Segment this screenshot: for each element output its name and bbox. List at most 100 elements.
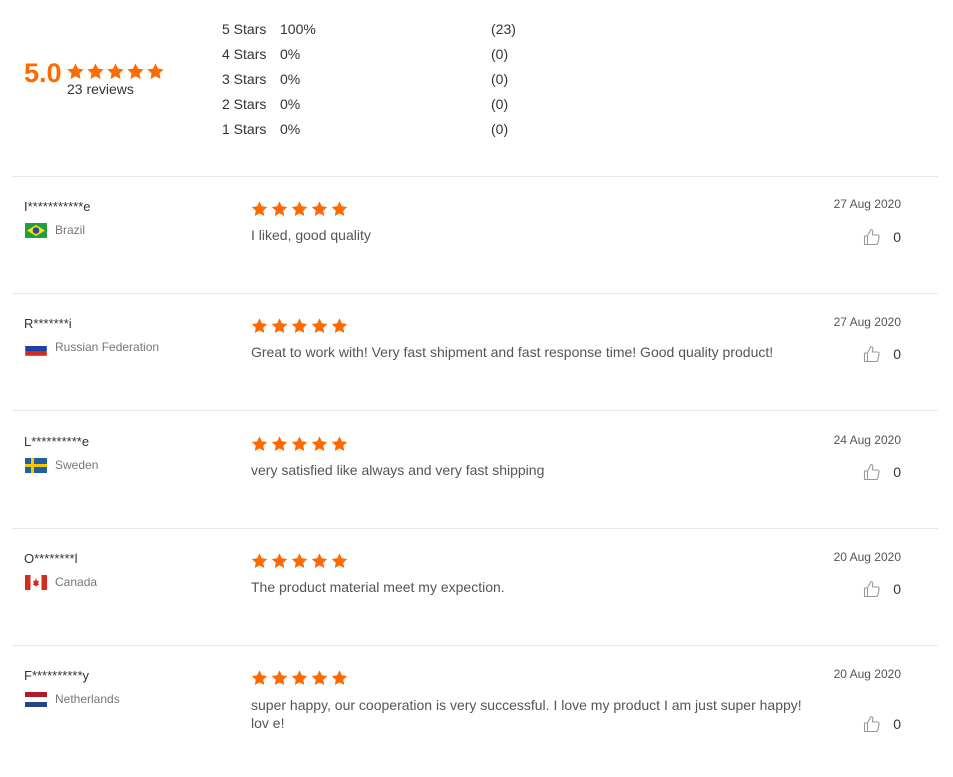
- star-icon: [330, 435, 349, 453]
- review-stars: [250, 669, 349, 687]
- star-icon: [270, 200, 289, 218]
- review-text: The product material meet my expection.: [251, 579, 505, 595]
- review-stars: [250, 552, 349, 570]
- star-icon: [330, 669, 349, 687]
- distribution-count: (0): [491, 46, 509, 62]
- distribution-row-3[interactable]: 3 Stars 0% (0): [222, 69, 542, 89]
- review-item: L**********e Sweden very satisfied like …: [12, 410, 938, 529]
- reviewer-name: F**********y: [24, 668, 90, 683]
- thumbs-up-icon: [863, 715, 881, 733]
- star-icon: [250, 200, 269, 218]
- star-icon: [330, 552, 349, 570]
- review-date: 20 Aug 2020: [833, 667, 901, 681]
- like-count: 0: [893, 464, 901, 480]
- star-icon: [310, 669, 329, 687]
- star-icon: [250, 435, 269, 453]
- distribution-count: (0): [491, 96, 509, 112]
- review-stars: [250, 317, 349, 335]
- distribution-label: 1 Stars: [222, 121, 267, 137]
- distribution-row-1[interactable]: 1 Stars 0% (0): [222, 119, 542, 139]
- review-text: very satisfied like always and very fast…: [251, 462, 545, 478]
- distribution-row-4[interactable]: 4 Stars 0% (0): [222, 44, 542, 64]
- review-count: 23 reviews: [67, 81, 134, 97]
- review-item: O********l Canada The product material m…: [12, 528, 938, 646]
- review-text: I liked, good quality: [251, 227, 371, 243]
- review-text: Great to work with! Very fast shipment a…: [251, 344, 774, 360]
- like-count: 0: [893, 346, 901, 362]
- like-button[interactable]: 0: [863, 345, 901, 363]
- like-button[interactable]: 0: [863, 463, 901, 481]
- star-icon: [310, 200, 329, 218]
- distribution-count: (0): [491, 71, 509, 87]
- thumbs-up-icon: [863, 580, 881, 598]
- review-text: super happy, our cooperation is very suc…: [251, 697, 802, 731]
- star-icon: [290, 552, 309, 570]
- reviewer-name: O********l: [24, 551, 78, 566]
- star-icon: [330, 200, 349, 218]
- review-date: 24 Aug 2020: [833, 433, 901, 447]
- review-date: 20 Aug 2020: [833, 550, 901, 564]
- reviewer-country: Canada: [55, 575, 98, 589]
- distribution-count: (23): [491, 21, 516, 37]
- average-score: 5.0: [24, 58, 62, 88]
- star-icon: [270, 317, 289, 335]
- reviewer-name: I***********e: [24, 199, 91, 214]
- star-icon: [290, 435, 309, 453]
- star-icon: [290, 317, 309, 335]
- distribution-row-2[interactable]: 2 Stars 0% (0): [222, 94, 542, 114]
- canada-flag-icon: [25, 575, 47, 590]
- distribution-percent: 0%: [280, 96, 301, 112]
- rating-summary: 5.0 23 reviews 5 Stars 100% (23) 4 Stars…: [0, 0, 953, 176]
- distribution-percent: 0%: [280, 71, 301, 87]
- thumbs-up-icon: [863, 345, 881, 363]
- review-date: 27 Aug 2020: [833, 315, 901, 329]
- star-icon: [86, 62, 105, 81]
- star-icon: [146, 62, 165, 81]
- star-icon: [310, 317, 329, 335]
- brazil-flag-icon: [25, 223, 47, 238]
- review-stars: [250, 200, 349, 218]
- star-icon: [250, 669, 269, 687]
- reviewer-name: R*******i: [24, 316, 72, 331]
- star-icon: [310, 552, 329, 570]
- like-count: 0: [893, 581, 901, 597]
- star-icon: [250, 552, 269, 570]
- distribution-percent: 0%: [280, 121, 301, 137]
- thumbs-up-icon: [863, 463, 881, 481]
- average-stars: [66, 62, 165, 81]
- review-item: F**********y Netherlands super happy, ou…: [12, 645, 938, 777]
- distribution-percent: 100%: [280, 21, 316, 37]
- star-icon: [126, 62, 145, 81]
- star-icon: [250, 317, 269, 335]
- reviewer-country: Netherlands: [55, 692, 120, 706]
- distribution-count: (0): [491, 121, 509, 137]
- reviewer-name: L**********e: [24, 434, 90, 449]
- like-button[interactable]: 0: [863, 228, 901, 246]
- like-count: 0: [893, 229, 901, 245]
- reviewer-country: Russian Federation: [55, 340, 160, 354]
- distribution-label: 3 Stars: [222, 71, 267, 87]
- star-icon: [270, 669, 289, 687]
- star-icon: [310, 435, 329, 453]
- distribution-percent: 0%: [280, 46, 301, 62]
- netherlands-flag-icon: [25, 692, 47, 707]
- reviewer-country: Sweden: [55, 458, 99, 472]
- distribution-label: 5 Stars: [222, 21, 267, 37]
- star-icon: [106, 62, 125, 81]
- star-icon: [270, 552, 289, 570]
- like-button[interactable]: 0: [863, 715, 901, 733]
- distribution-row-5[interactable]: 5 Stars 100% (23): [222, 19, 542, 39]
- star-icon: [66, 62, 85, 81]
- like-count: 0: [893, 716, 901, 732]
- review-date: 27 Aug 2020: [833, 197, 901, 211]
- star-icon: [270, 435, 289, 453]
- review-item: R*******i Russian Federation Great to wo…: [12, 293, 938, 411]
- like-button[interactable]: 0: [863, 580, 901, 598]
- distribution-label: 4 Stars: [222, 46, 267, 62]
- review-item: I***********e Brazil I liked, good quali…: [12, 176, 938, 294]
- sweden-flag-icon: [25, 458, 47, 473]
- thumbs-up-icon: [863, 228, 881, 246]
- russia-flag-icon: [24, 340, 48, 357]
- review-stars: [250, 435, 349, 453]
- star-icon: [330, 317, 349, 335]
